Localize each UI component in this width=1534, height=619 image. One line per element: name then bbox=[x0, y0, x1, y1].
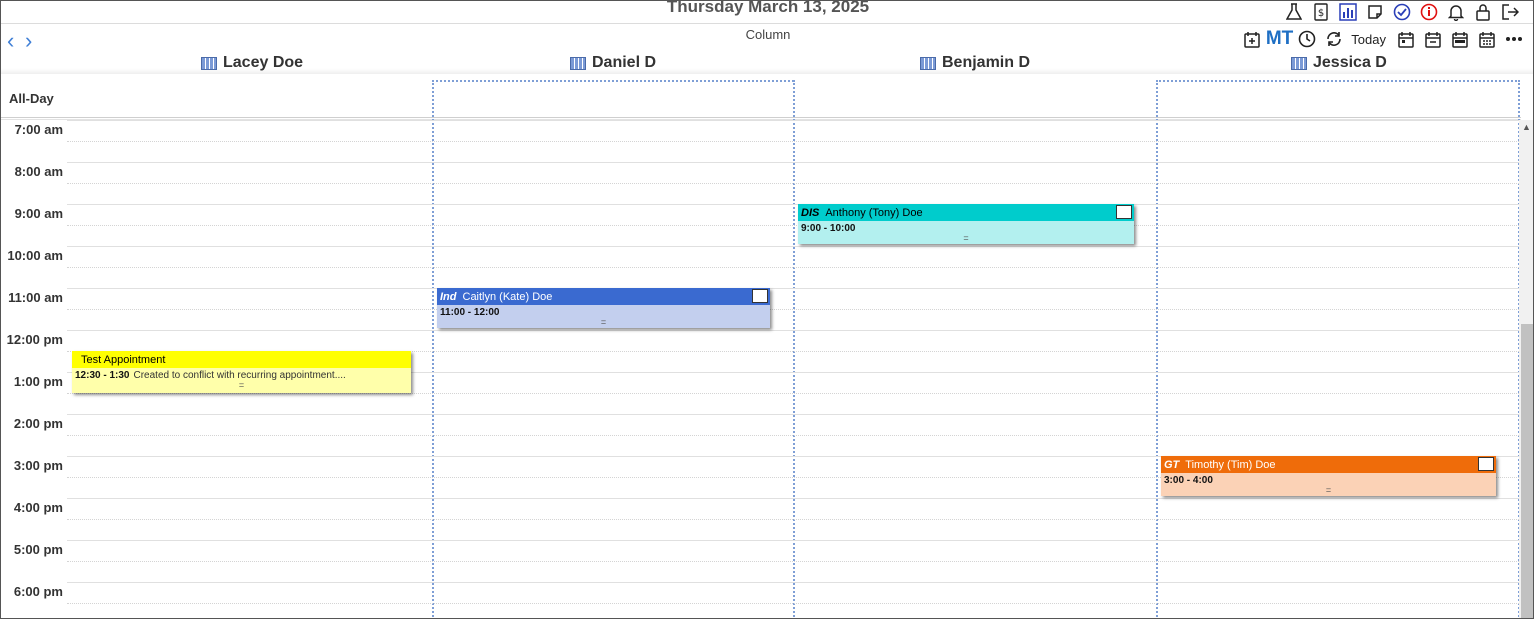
half-hour-line bbox=[67, 225, 1519, 226]
flask-icon[interactable] bbox=[1280, 1, 1307, 23]
calendar-minus-icon[interactable] bbox=[1419, 28, 1446, 50]
bar-chart-icon[interactable] bbox=[1334, 1, 1361, 23]
hour-line bbox=[67, 288, 1519, 289]
divider bbox=[1, 23, 1533, 24]
half-hour-line bbox=[67, 141, 1519, 142]
hour-line bbox=[67, 162, 1519, 163]
half-hour-line bbox=[67, 603, 1519, 604]
hour-label: 12:00 pm bbox=[6, 332, 63, 347]
appointment-card[interactable]: Test Appointment 12:30 - 1:30 Created to … bbox=[72, 351, 411, 393]
resize-handle[interactable]: = bbox=[72, 381, 411, 390]
column-border bbox=[432, 80, 434, 618]
appointment-card[interactable]: Ind Caitlyn (Kate) Doe 11:00 - 12:00 = bbox=[437, 288, 770, 328]
lock-icon[interactable] bbox=[1469, 1, 1496, 23]
open-appointment-icon[interactable] bbox=[752, 289, 768, 303]
half-hour-line bbox=[67, 267, 1519, 268]
provider-header[interactable]: Jessica D bbox=[1291, 54, 1387, 72]
appointment-title: Anthony (Tony) Doe bbox=[825, 206, 923, 219]
resize-handle[interactable]: = bbox=[437, 318, 770, 327]
half-hour-line bbox=[67, 561, 1519, 562]
svg-text:$: $ bbox=[1317, 8, 1323, 19]
hour-label: 2:00 pm bbox=[13, 416, 63, 431]
hour-line bbox=[67, 204, 1519, 205]
mt-label[interactable]: MT bbox=[1266, 28, 1293, 50]
hour-label: 10:00 am bbox=[7, 248, 63, 263]
more-icon[interactable] bbox=[1500, 28, 1527, 50]
provider-header[interactable]: Daniel D bbox=[570, 54, 656, 72]
calendar-window: Thursday March 13, 2025 ‹ › Column $ MT … bbox=[0, 0, 1534, 619]
calendar-toolbar: MT Today bbox=[1239, 28, 1527, 50]
appointment-type: GT bbox=[1164, 458, 1180, 471]
hour-label: 9:00 am bbox=[14, 206, 63, 221]
logout-icon[interactable] bbox=[1496, 1, 1523, 23]
open-appointment-icon[interactable] bbox=[1116, 205, 1132, 219]
half-hour-line bbox=[67, 393, 1519, 394]
hour-line bbox=[67, 246, 1519, 247]
note-icon[interactable] bbox=[1361, 1, 1388, 23]
column-border bbox=[1156, 80, 1520, 82]
hour-line bbox=[67, 540, 1519, 541]
hour-line bbox=[67, 120, 1519, 121]
provider-header[interactable]: Lacey Doe bbox=[201, 54, 303, 72]
column-border bbox=[432, 80, 794, 82]
hour-label: 5:00 pm bbox=[13, 542, 63, 557]
calendar-add-icon[interactable] bbox=[1239, 28, 1266, 50]
appointment-title: Caitlyn (Kate) Doe bbox=[462, 290, 553, 303]
receipt-icon[interactable]: $ bbox=[1307, 1, 1334, 23]
half-hour-line bbox=[67, 519, 1519, 520]
hour-line bbox=[67, 330, 1519, 331]
appointment-title: Timothy (Tim) Doe bbox=[1185, 458, 1276, 471]
calendar-icon bbox=[201, 56, 217, 70]
hour-label: 1:00 pm bbox=[13, 374, 63, 389]
calendar-icon bbox=[920, 56, 936, 70]
all-day-label: All-Day bbox=[9, 91, 54, 106]
hour-label: 7:00 am bbox=[14, 122, 63, 137]
calendar-day-icon[interactable] bbox=[1392, 28, 1419, 50]
hour-line bbox=[67, 414, 1519, 415]
open-appointment-icon[interactable] bbox=[1478, 457, 1494, 471]
calendar-week-icon[interactable] bbox=[1446, 28, 1473, 50]
appointment-header: GT Timothy (Tim) Doe bbox=[1161, 456, 1496, 473]
hour-label: 8:00 am bbox=[14, 164, 63, 179]
scrollbar-thumb[interactable] bbox=[1521, 324, 1533, 618]
appointment-card[interactable]: GT Timothy (Tim) Doe 3:00 - 4:00 = bbox=[1161, 456, 1496, 496]
calendar-month-icon[interactable] bbox=[1473, 28, 1500, 50]
today-button[interactable]: Today bbox=[1351, 32, 1386, 47]
column-border bbox=[1156, 80, 1158, 618]
calendar-icon bbox=[1291, 56, 1307, 70]
appointment-header: Test Appointment bbox=[72, 351, 411, 368]
scroll-up-icon[interactable]: ▲ bbox=[1522, 122, 1531, 132]
appointment-header: Ind Caitlyn (Kate) Doe bbox=[437, 288, 770, 305]
check-circle-icon[interactable] bbox=[1388, 1, 1415, 23]
refresh-icon[interactable] bbox=[1320, 28, 1347, 50]
hour-label: 4:00 pm bbox=[13, 500, 63, 515]
resize-handle[interactable]: = bbox=[1161, 486, 1496, 495]
calendar-icon bbox=[570, 56, 586, 70]
hour-label: 3:00 pm bbox=[13, 458, 63, 473]
hour-label: 6:00 pm bbox=[13, 584, 63, 599]
column-border bbox=[793, 80, 795, 618]
clock-icon[interactable] bbox=[1293, 28, 1320, 50]
bell-icon[interactable] bbox=[1442, 1, 1469, 23]
half-hour-line bbox=[67, 183, 1519, 184]
half-hour-line bbox=[67, 435, 1519, 436]
info-icon[interactable] bbox=[1415, 1, 1442, 23]
appointment-type: Ind bbox=[440, 290, 457, 303]
appointment-type: DIS bbox=[801, 206, 820, 219]
appointment-title: Test Appointment bbox=[81, 353, 166, 366]
provider-header[interactable]: Benjamin D bbox=[920, 54, 1030, 72]
top-icon-bar: $ bbox=[1280, 1, 1523, 23]
appointment-header: DIS Anthony (Tony) Doe bbox=[798, 204, 1134, 221]
hour-line bbox=[67, 498, 1519, 499]
half-hour-line bbox=[67, 309, 1519, 310]
hour-line bbox=[67, 582, 1519, 583]
hour-label: 11:00 am bbox=[8, 290, 63, 305]
resize-handle[interactable]: = bbox=[798, 234, 1134, 243]
appointment-card[interactable]: DIS Anthony (Tony) Doe 9:00 - 10:00 = bbox=[798, 204, 1134, 244]
